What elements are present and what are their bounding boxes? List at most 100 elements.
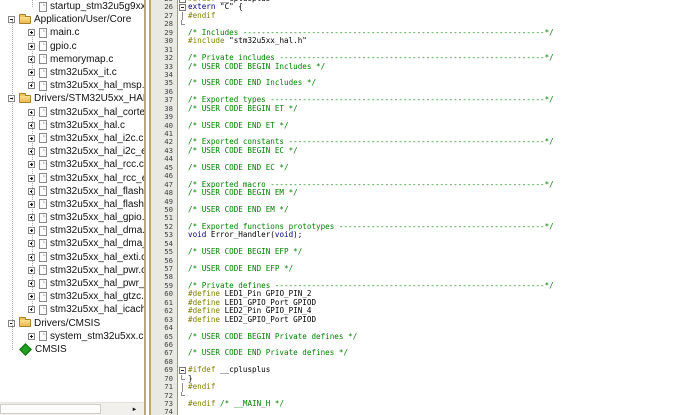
fold-collapse-icon[interactable] — [179, 0, 186, 3]
tree-row-label: stm32u5xx_hal_exti.c — [47, 252, 144, 263]
fold-margin[interactable] — [178, 366, 187, 374]
code-text: /* USER CODE END Private defines */ — [187, 349, 348, 357]
code-line[interactable]: 26extern "C" { — [151, 3, 690, 11]
code-line[interactable]: 30#include "stm32u5xx_hal.h" — [151, 37, 690, 45]
code-editor[interactable]: 25#ifdef __cplusplus26extern "C" {27#end… — [151, 0, 690, 415]
fold-margin — [178, 316, 187, 324]
code-line[interactable]: 65/* USER CODE BEGIN Private defines */ — [151, 333, 690, 341]
source-file-icon — [39, 173, 47, 183]
code-text — [187, 408, 188, 415]
tree-row[interactable]: memorymap.c — [0, 53, 144, 66]
tree-row-label: stm32u5xx_hal_icache.c — [47, 304, 144, 315]
tree-row[interactable]: startup_stm32u5g9xx.s — [0, 0, 144, 13]
tree-row[interactable]: stm32u5xx_hal_gtzc.c — [0, 290, 144, 303]
scroll-right-arrow-icon[interactable]: ► — [128, 404, 141, 415]
tree-row[interactable]: stm32u5xx_hal_icache.c — [0, 303, 144, 316]
tree-row[interactable]: gpio.c — [0, 40, 144, 53]
code-line[interactable]: 48/* USER CODE BEGIN EM */ — [151, 189, 690, 197]
code-line[interactable]: 40/* USER CODE END ET */ — [151, 122, 690, 130]
fold-margin — [178, 240, 187, 248]
code-line[interactable]: 73#endif /* __MAIN_H */ — [151, 400, 690, 408]
source-file-icon — [39, 68, 47, 78]
tree-row[interactable]: stm32u5xx_hal_cortex.c — [0, 106, 144, 119]
fold-margin — [178, 79, 187, 87]
tree-guide-line — [32, 112, 33, 310]
fold-margin — [178, 29, 187, 37]
expand-icon[interactable] — [28, 333, 35, 340]
tree-row[interactable]: Drivers/STM32U5xx_HAL_Dri — [0, 92, 144, 105]
tree-row[interactable]: stm32u5xx_hal_msp.c — [0, 79, 144, 92]
source-file-icon — [39, 54, 47, 64]
fold-margin — [178, 71, 187, 79]
tree-row[interactable]: main.c — [0, 26, 144, 39]
tree-row[interactable]: CMSIS — [0, 343, 144, 356]
line-number[interactable]: 74 — [151, 408, 178, 415]
fold-margin — [178, 307, 187, 315]
tree-row[interactable]: stm32u5xx_hal_rcc.c — [0, 158, 144, 171]
code-line[interactable]: 45/* USER CODE END EC */ — [151, 164, 690, 172]
fold-margin — [178, 265, 187, 273]
fold-collapse-icon[interactable] — [179, 4, 186, 11]
code-line[interactable]: 55/* USER CODE BEGIN EFP */ — [151, 248, 690, 256]
tree-row-label: stm32u5xx_hal_i2c.c — [47, 133, 143, 144]
fold-collapse-icon[interactable] — [179, 367, 186, 374]
fold-margin — [178, 341, 187, 349]
panel-splitter[interactable] — [144, 0, 151, 415]
fold-margin — [178, 63, 187, 71]
tree-row-label: gpio.c — [47, 41, 77, 52]
tree-hscroll-thumb[interactable] — [0, 404, 101, 414]
code-line[interactable]: 57/* USER CODE END EFP */ — [151, 265, 690, 273]
code-line[interactable]: 74 — [151, 408, 690, 415]
tree-row[interactable]: stm32u5xx_hal_rcc_ex.c — [0, 171, 144, 184]
code-line[interactable]: 67/* USER CODE END Private defines */ — [151, 349, 690, 357]
code-line[interactable]: 53void Error_Handler(void); — [151, 231, 690, 239]
fold-margin — [178, 88, 187, 96]
tree-row[interactable]: stm32u5xx_hal_pwr_ex.c — [0, 277, 144, 290]
tree-row[interactable]: stm32u5xx_hal_i2c_ex.c — [0, 145, 144, 158]
tree-row-label: Application/User/Core — [31, 14, 131, 25]
tree-row[interactable]: stm32u5xx_hal_dma_ex.c — [0, 237, 144, 250]
tree-row[interactable]: system_stm32u5xx.c — [0, 330, 144, 343]
tree-row[interactable]: stm32u5xx_hal_exti.c — [0, 251, 144, 264]
code-line[interactable]: 63#define LED2_GPIO_Port GPIOD — [151, 316, 690, 324]
source-file-icon — [39, 28, 47, 38]
source-file-icon — [39, 41, 47, 51]
tree-row[interactable]: stm32u5xx_hal_gpio.c — [0, 211, 144, 224]
source-file-icon — [39, 331, 47, 341]
code-line[interactable]: 33/* USER CODE BEGIN Includes */ — [151, 63, 690, 71]
fold-end-icon — [181, 20, 185, 25]
tree-row[interactable]: stm32u5xx_hal.c — [0, 119, 144, 132]
code-line[interactable]: 38/* USER CODE BEGIN ET */ — [151, 105, 690, 113]
source-file-icon — [39, 279, 47, 289]
source-file-icon — [39, 199, 47, 209]
folder-icon — [19, 319, 31, 327]
tree-row[interactable]: stm32u5xx_hal_pwr.c — [0, 264, 144, 277]
fold-margin — [178, 257, 187, 265]
fold-margin — [178, 248, 187, 256]
code-line[interactable]: 27#endif — [151, 12, 690, 20]
tree-row[interactable]: stm32u5xx_hal_i2c.c — [0, 132, 144, 145]
tree-row[interactable]: stm32u5xx_hal_flash.c — [0, 185, 144, 198]
source-file-icon — [39, 292, 47, 302]
tree-row[interactable]: stm32u5xx_hal_flash_ex.c — [0, 198, 144, 211]
tree-row[interactable]: stm32u5xx_it.c — [0, 66, 144, 79]
code-line[interactable]: 35/* USER CODE END Includes */ — [151, 79, 690, 87]
code-line[interactable]: 71#endif — [151, 383, 690, 391]
fold-margin — [178, 20, 187, 28]
tree-horizontal-scrollbar[interactable]: ► — [0, 402, 144, 415]
source-file-icon — [39, 2, 47, 12]
fold-margin[interactable] — [178, 3, 187, 11]
tree-row[interactable]: Application/User/Core — [0, 13, 144, 26]
fold-margin — [178, 37, 187, 45]
tree-row-label: stm32u5xx_hal_gpio.c — [47, 212, 144, 223]
code-line[interactable]: 70} — [151, 375, 690, 383]
source-file-icon — [39, 107, 47, 117]
code-text: /* USER CODE END ET */ — [187, 122, 289, 130]
fold-margin — [178, 113, 187, 121]
code-line[interactable]: 43/* USER CODE BEGIN EC */ — [151, 147, 690, 155]
code-line[interactable]: 69#ifdef __cplusplus — [151, 366, 690, 374]
tree-row[interactable]: Drivers/CMSIS — [0, 317, 144, 330]
tree-row[interactable]: stm32u5xx_hal_dma.c — [0, 224, 144, 237]
code-text: /* USER CODE END EFP */ — [187, 265, 293, 273]
code-line[interactable]: 50/* USER CODE END EM */ — [151, 206, 690, 214]
